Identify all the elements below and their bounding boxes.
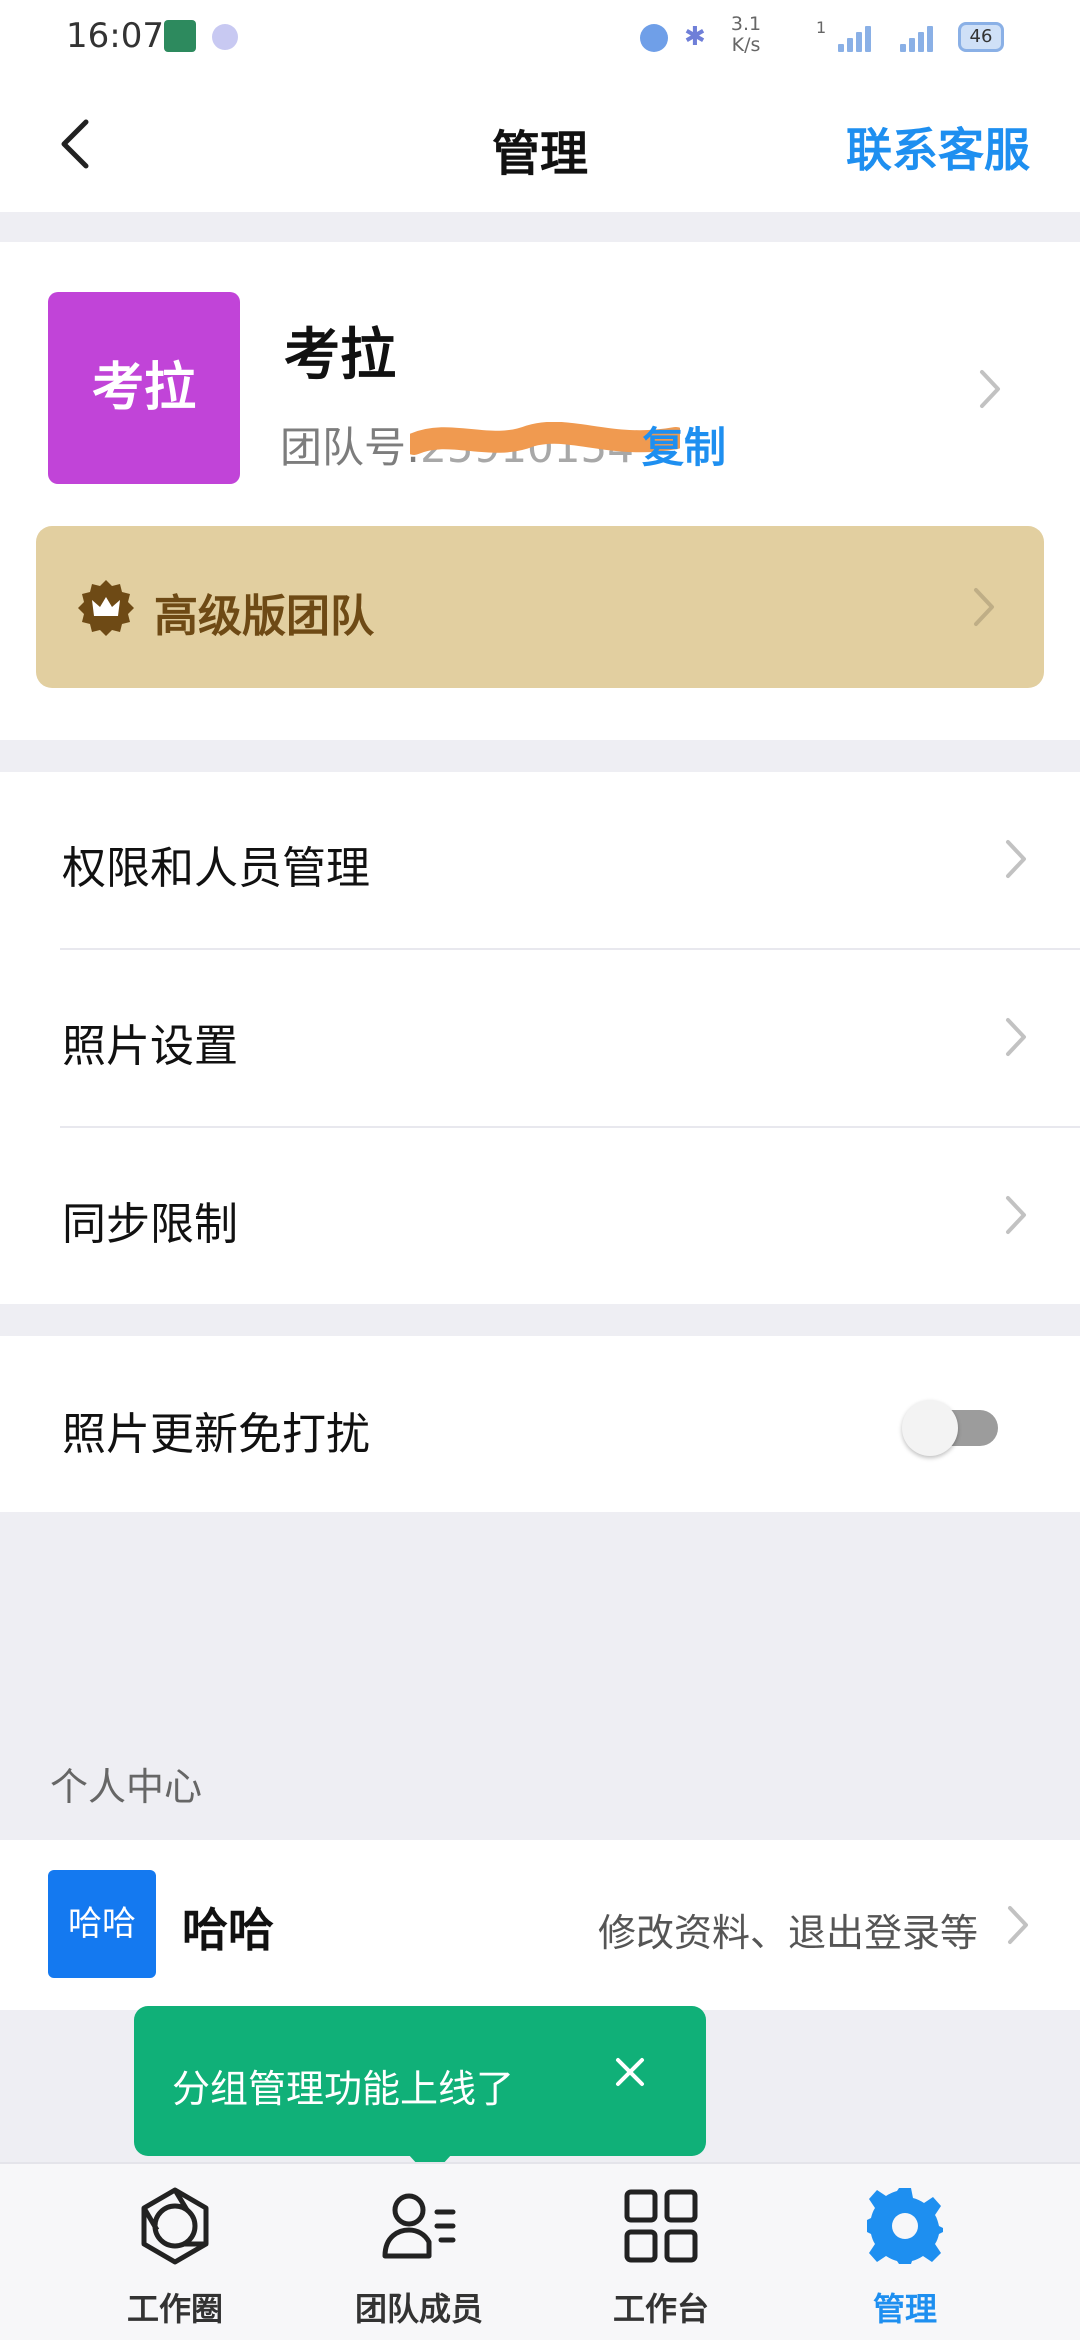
crown-icon xyxy=(78,580,134,636)
close-icon[interactable] xyxy=(602,2044,658,2100)
photo-dnd-label: 照片更新免打扰 xyxy=(62,1409,370,1460)
grid-icon xyxy=(624,2189,698,2263)
sim-slot-label: 1 xyxy=(816,18,827,37)
settings-menu: 权限和人员管理 照片设置 同步限制 xyxy=(0,772,1080,1304)
tab-label: 工作圈 xyxy=(126,2290,223,2328)
team-name: 考拉 xyxy=(284,323,396,388)
personal-center-title: 个人中心 xyxy=(50,1765,203,1809)
battery-icon: 46 xyxy=(958,22,1004,52)
copy-button[interactable]: 复制 xyxy=(642,423,726,472)
tab-work-circle[interactable]: 工作圈 xyxy=(40,2164,310,2340)
toast-text: 分组管理功能上线了 xyxy=(172,2067,515,2111)
chevron-right-icon xyxy=(1008,1906,1028,1944)
tab-team-members[interactable]: 团队成员 xyxy=(284,2164,554,2340)
menu-item-sync-limit[interactable]: 同步限制 xyxy=(0,1128,1080,1304)
profile-hint: 修改资料、退出登录等 xyxy=(597,1911,978,1955)
chevron-right-icon xyxy=(1006,1018,1026,1056)
menu-item-photo-settings[interactable]: 照片设置 xyxy=(0,950,1080,1126)
network-speed-value: 3.1 xyxy=(730,13,762,35)
tab-label: 管理 xyxy=(872,2290,937,2328)
photo-dnd-row: 照片更新免打扰 xyxy=(0,1336,1080,1512)
signal-icon xyxy=(838,22,878,52)
contact-service-button[interactable]: 联系客服 xyxy=(846,114,1030,180)
bottom-tab-bar: 工作圈 团队成员 工作台 管理 xyxy=(0,2162,1080,2340)
feature-toast: 分组管理功能上线了 xyxy=(134,2006,706,2178)
tab-manage[interactable]: 管理 xyxy=(770,2164,1040,2340)
status-time: 16:07 xyxy=(66,16,164,56)
network-speed: 3.1 K/s xyxy=(724,14,768,56)
profile-row[interactable]: 哈哈 哈哈 修改资料、退出登录等 xyxy=(0,1840,1080,2010)
chevron-right-icon xyxy=(974,588,994,626)
tab-workbench[interactable]: 工作台 xyxy=(526,2164,796,2340)
toggle-knob xyxy=(902,1400,958,1456)
chevron-right-icon xyxy=(980,370,1000,408)
tab-label: 工作台 xyxy=(612,2290,709,2328)
notification-app-icon xyxy=(212,24,238,50)
menu-item-label: 同步限制 xyxy=(62,1199,238,1250)
redaction-scribble xyxy=(410,422,680,455)
tab-label: 团队成员 xyxy=(354,2290,483,2328)
team-card[interactable]: 考拉 考拉 团队号:25910154 复制 高级版团队 xyxy=(0,242,1080,740)
team-members-icon xyxy=(382,2193,456,2259)
aperture-icon xyxy=(141,2187,209,2265)
profile-name: 哈哈 xyxy=(182,1903,274,1957)
notification-avatar-icon xyxy=(164,20,196,52)
menu-item-label: 权限和人员管理 xyxy=(62,843,370,894)
photo-dnd-toggle[interactable] xyxy=(902,1400,998,1456)
bluetooth-icon: ✱ xyxy=(684,22,706,52)
menu-item-permissions[interactable]: 权限和人员管理 xyxy=(0,772,1080,948)
chevron-right-icon xyxy=(1006,1196,1026,1234)
network-speed-unit: K/s xyxy=(731,34,761,56)
avatar: 哈哈 xyxy=(48,1870,156,1978)
status-bar: 16:07 ✱ 3.1 K/s 1 46 xyxy=(0,0,1080,78)
vpn-icon xyxy=(640,24,668,52)
menu-item-label: 照片设置 xyxy=(62,1021,238,1072)
nav-bar: 管理 联系客服 xyxy=(0,78,1080,212)
signal-icon xyxy=(900,22,940,52)
premium-team-banner[interactable]: 高级版团队 xyxy=(36,526,1044,688)
premium-team-label: 高级版团队 xyxy=(154,591,374,642)
team-logo: 考拉 xyxy=(48,292,240,484)
team-id-label: 团队号: xyxy=(280,423,421,472)
chevron-right-icon xyxy=(1006,840,1026,878)
gear-icon xyxy=(867,2188,943,2264)
